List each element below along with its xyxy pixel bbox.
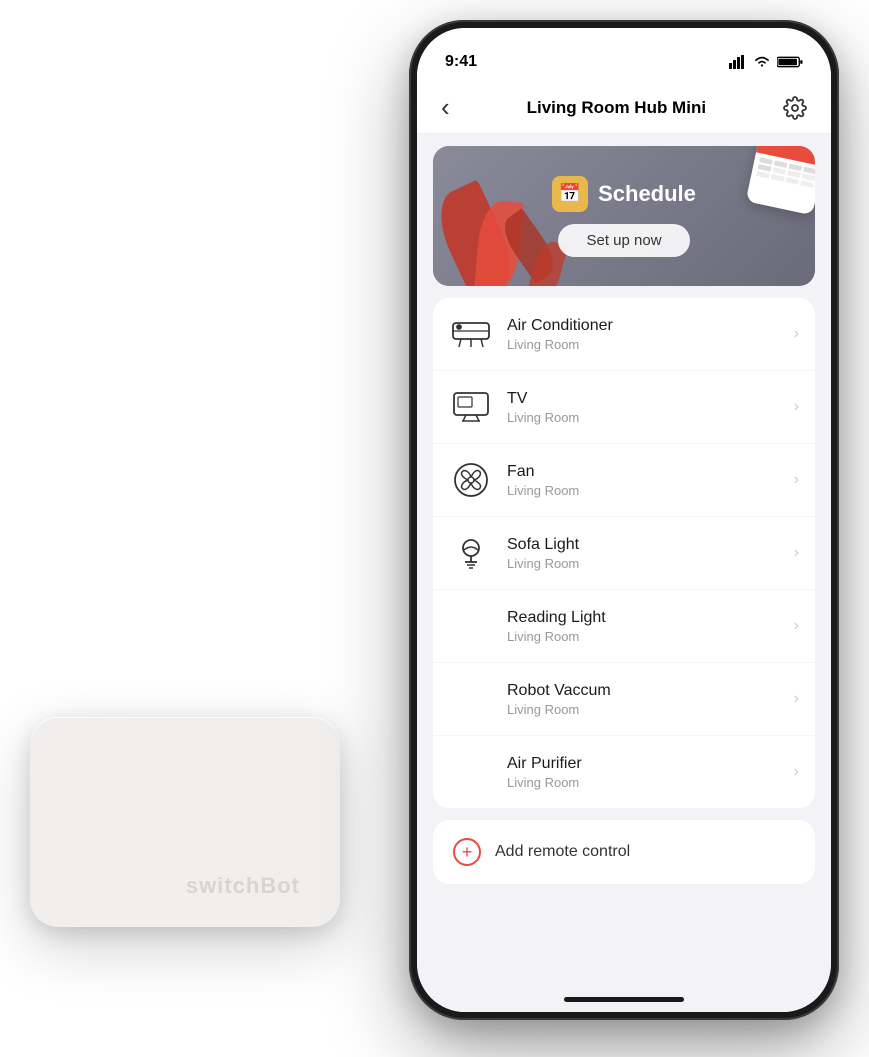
device-item-fan[interactable]: Fan Living Room › bbox=[433, 444, 815, 517]
device-item-ac[interactable]: Air Conditioner Living Room › bbox=[433, 298, 815, 371]
ac-icon bbox=[449, 312, 493, 356]
device-item-reading-light[interactable]: Reading Light Living Room › bbox=[433, 590, 815, 663]
ac-chevron-icon: › bbox=[794, 325, 799, 343]
wifi-icon bbox=[753, 55, 771, 69]
reading-light-room: Living Room bbox=[507, 629, 794, 644]
device-item-tv[interactable]: TV Living Room › bbox=[433, 371, 815, 444]
reading-light-info: Reading Light Living Room bbox=[507, 609, 794, 644]
robot-vaccum-info: Robot Vaccum Living Room bbox=[507, 682, 794, 717]
reading-light-chevron-icon: › bbox=[794, 617, 799, 635]
home-indicator bbox=[564, 997, 684, 1002]
fan-name: Fan bbox=[507, 463, 794, 481]
robot-vaccum-chevron-icon: › bbox=[794, 690, 799, 708]
settings-icon[interactable] bbox=[783, 96, 807, 120]
schedule-card[interactable]: 📅 Schedule Set up now bbox=[433, 146, 815, 286]
fan-room: Living Room bbox=[507, 483, 794, 498]
screen-content: 📅 Schedule Set up now bbox=[417, 134, 831, 1012]
device-item-sofa-light[interactable]: Sofa Light Living Room › bbox=[433, 517, 815, 590]
sofa-light-info: Sofa Light Living Room bbox=[507, 536, 794, 571]
tv-chevron-icon: › bbox=[794, 398, 799, 416]
fan-chevron-icon: › bbox=[794, 471, 799, 489]
nav-title: Living Room Hub Mini bbox=[527, 98, 706, 118]
status-bar: 9:41 bbox=[417, 28, 831, 82]
sofa-light-icon bbox=[449, 531, 493, 575]
fan-icon bbox=[449, 458, 493, 502]
reading-light-name: Reading Light bbox=[507, 609, 794, 627]
status-time: 9:41 bbox=[445, 53, 477, 71]
nav-bar: ‹ Living Room Hub Mini bbox=[417, 82, 831, 134]
sofa-light-name: Sofa Light bbox=[507, 536, 794, 554]
phone-inner: 9:41 bbox=[417, 28, 831, 1012]
air-purifier-icon bbox=[449, 750, 493, 794]
air-purifier-info: Air Purifier Living Room bbox=[507, 755, 794, 790]
ac-room: Living Room bbox=[507, 337, 794, 352]
robot-vaccum-room: Living Room bbox=[507, 702, 794, 717]
ac-info: Air Conditioner Living Room bbox=[507, 317, 794, 352]
robot-vaccum-name: Robot Vaccum bbox=[507, 682, 794, 700]
schedule-label: Schedule bbox=[598, 181, 696, 207]
air-purifier-room: Living Room bbox=[507, 775, 794, 790]
tv-room: Living Room bbox=[507, 410, 794, 425]
back-button[interactable]: ‹ bbox=[441, 92, 450, 123]
phone-container: 9:41 bbox=[409, 20, 839, 1020]
fan-info: Fan Living Room bbox=[507, 463, 794, 498]
air-purifier-chevron-icon: › bbox=[794, 763, 799, 781]
hub-device: switchBot bbox=[30, 717, 340, 927]
add-remote-icon: + bbox=[453, 838, 481, 866]
setup-now-button[interactable]: Set up now bbox=[558, 224, 689, 257]
reading-light-icon bbox=[449, 604, 493, 648]
sofa-light-chevron-icon: › bbox=[794, 544, 799, 562]
device-item-robot-vaccum[interactable]: Robot Vaccum Living Room › bbox=[433, 663, 815, 736]
sofa-light-room: Living Room bbox=[507, 556, 794, 571]
tv-icon bbox=[449, 385, 493, 429]
add-remote-label: Add remote control bbox=[495, 843, 630, 861]
robot-vaccum-icon bbox=[449, 677, 493, 721]
device-list: Air Conditioner Living Room › bbox=[433, 298, 815, 808]
phone-frame: 9:41 bbox=[409, 20, 839, 1020]
device-item-air-purifier[interactable]: Air Purifier Living Room › bbox=[433, 736, 815, 808]
battery-icon bbox=[777, 55, 803, 69]
add-remote-section[interactable]: + Add remote control bbox=[433, 820, 815, 884]
air-purifier-name: Air Purifier bbox=[507, 755, 794, 773]
ac-name: Air Conditioner bbox=[507, 317, 794, 335]
tv-info: TV Living Room bbox=[507, 390, 794, 425]
status-icons bbox=[729, 55, 803, 69]
hub-brand-label: switchBot bbox=[186, 873, 300, 899]
tv-name: TV bbox=[507, 390, 794, 408]
signal-icon bbox=[729, 55, 747, 69]
phone-screen: 9:41 bbox=[417, 28, 831, 1012]
